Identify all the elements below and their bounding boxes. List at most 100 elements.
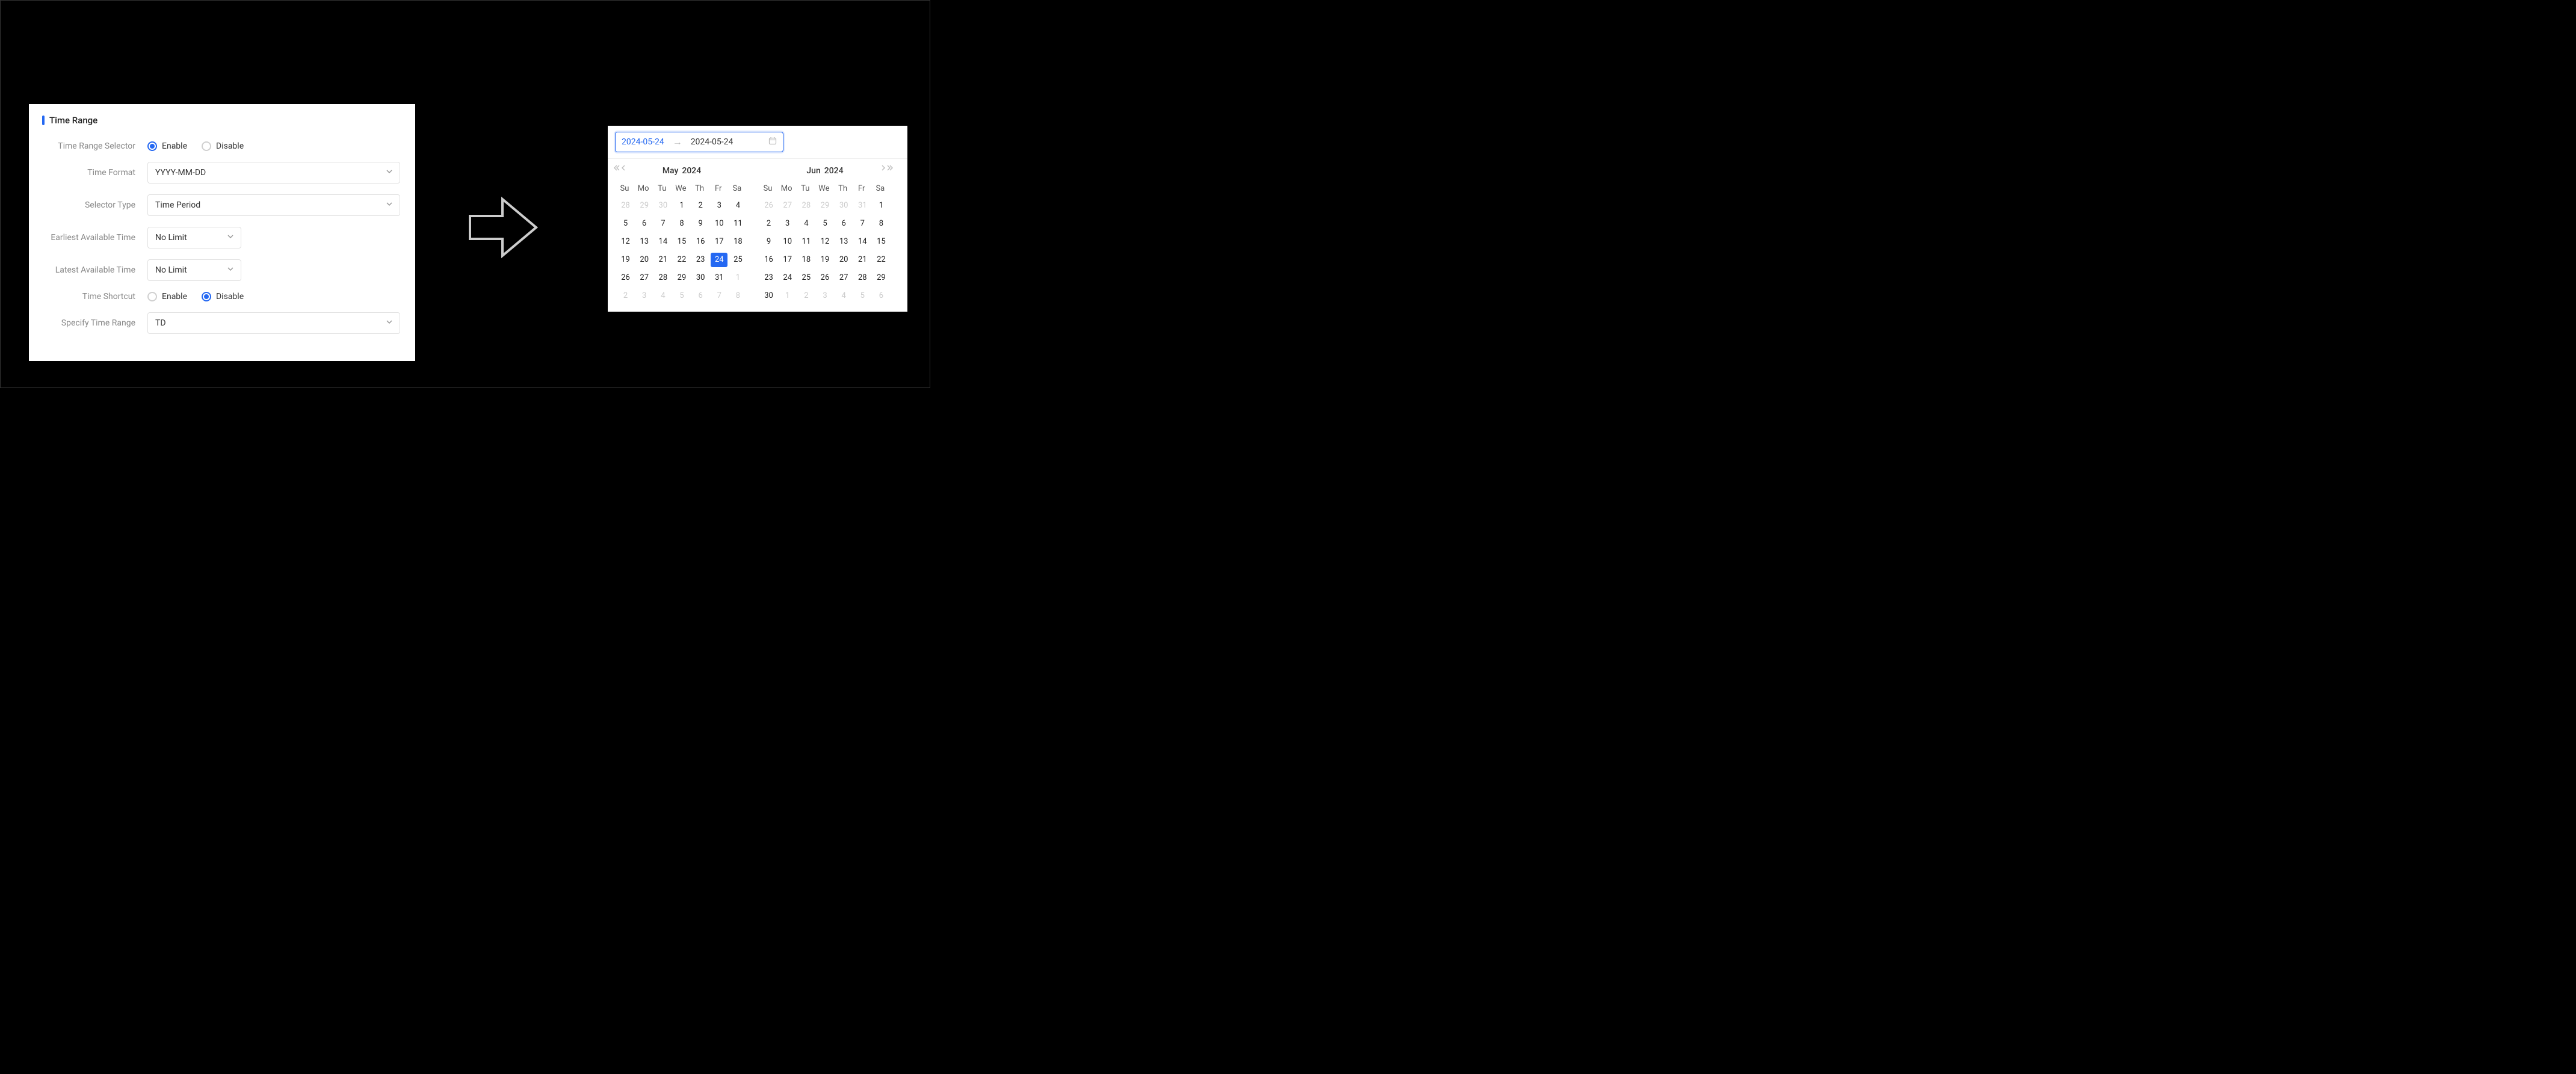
select-specify-time-range[interactable]: TD	[147, 312, 400, 334]
select-earliest-time[interactable]: No Limit	[147, 227, 241, 248]
calendar-day[interactable]: 5	[817, 217, 833, 231]
calendar-day[interactable]: 15	[673, 235, 690, 249]
calendar-day[interactable]: 18	[798, 253, 815, 267]
calendar-day[interactable]: 6	[636, 217, 653, 231]
calendar-day[interactable]: 7	[711, 289, 727, 303]
calendar-day[interactable]: 7	[854, 217, 871, 231]
calendar-day[interactable]: 12	[817, 235, 833, 249]
calendar-day[interactable]: 19	[617, 253, 634, 267]
calendar-day[interactable]: 21	[854, 253, 871, 267]
calendar-day[interactable]: 29	[873, 271, 889, 285]
select-selector-type[interactable]: Time Period	[147, 194, 400, 216]
calendar-day[interactable]: 28	[854, 271, 871, 285]
calendar-right-title[interactable]: Jun 2024	[806, 166, 843, 176]
calendar-day[interactable]: 24	[711, 253, 727, 267]
calendar-day[interactable]: 27	[779, 199, 796, 213]
calendar-day[interactable]: 8	[873, 217, 889, 231]
calendar-day[interactable]: 30	[761, 289, 777, 303]
calendar-day[interactable]: 27	[835, 271, 852, 285]
calendar-day[interactable]: 26	[617, 271, 634, 285]
calendar-day[interactable]: 30	[692, 271, 709, 285]
calendar-day[interactable]: 28	[798, 199, 815, 213]
calendar-day[interactable]: 25	[798, 271, 815, 285]
calendar-day[interactable]: 6	[873, 289, 889, 303]
radio-shortcut-enable[interactable]: Enable	[147, 292, 187, 301]
calendar-day[interactable]: 19	[817, 253, 833, 267]
calendar-day[interactable]: 26	[761, 199, 777, 213]
calendar-day[interactable]: 2	[617, 289, 634, 303]
calendar-day[interactable]: 22	[673, 253, 690, 267]
calendar-day[interactable]: 31	[854, 199, 871, 213]
calendar-day[interactable]: 8	[673, 217, 690, 231]
radio-selector-disable[interactable]: Disable	[202, 141, 244, 151]
calendar-day[interactable]: 18	[729, 235, 746, 249]
calendar-day[interactable]: 29	[636, 199, 653, 213]
calendar-day[interactable]: 3	[636, 289, 653, 303]
calendar-day[interactable]: 6	[835, 217, 852, 231]
calendar-day[interactable]: 11	[798, 235, 815, 249]
calendar-day[interactable]: 17	[779, 253, 796, 267]
calendar-day[interactable]: 13	[636, 235, 653, 249]
calendar-day[interactable]: 5	[854, 289, 871, 303]
calendar-day[interactable]: 29	[673, 271, 690, 285]
calendar-day[interactable]: 15	[873, 235, 889, 249]
calendar-day[interactable]: 2	[761, 217, 777, 231]
calendar-day[interactable]: 16	[692, 235, 709, 249]
calendar-day[interactable]: 27	[636, 271, 653, 285]
calendar-day[interactable]: 16	[761, 253, 777, 267]
calendar-day[interactable]: 28	[655, 271, 672, 285]
calendar-day[interactable]: 25	[729, 253, 746, 267]
calendar-day[interactable]: 5	[617, 217, 634, 231]
chevron-left-icon	[621, 165, 626, 171]
calendar-day[interactable]: 30	[655, 199, 672, 213]
calendar-day[interactable]: 29	[817, 199, 833, 213]
calendar-day[interactable]: 9	[692, 217, 709, 231]
calendar-day[interactable]: 23	[692, 253, 709, 267]
calendar-day[interactable]: 5	[673, 289, 690, 303]
radio-shortcut-disable[interactable]: Disable	[202, 292, 244, 301]
radio-selector-enable[interactable]: Enable	[147, 141, 187, 151]
calendar-day[interactable]: 14	[655, 235, 672, 249]
calendar-day[interactable]: 10	[711, 217, 727, 231]
calendar-day[interactable]: 4	[835, 289, 852, 303]
calendar-day[interactable]: 31	[711, 271, 727, 285]
calendar-day[interactable]: 21	[655, 253, 672, 267]
calendar-day[interactable]: 20	[835, 253, 852, 267]
calendar-day[interactable]: 2	[692, 199, 709, 213]
calendar-day[interactable]: 17	[711, 235, 727, 249]
calendar-day[interactable]: 3	[711, 199, 727, 213]
calendar-day[interactable]: 13	[835, 235, 852, 249]
calendar-nav-next[interactable]	[881, 165, 893, 171]
calendar-day[interactable]: 6	[692, 289, 709, 303]
calendar-day[interactable]: 3	[817, 289, 833, 303]
calendar-day[interactable]: 28	[617, 199, 634, 213]
date-range-input[interactable]: 2024-05-24 → 2024-05-24	[615, 132, 783, 152]
calendar-day[interactable]: 7	[655, 217, 672, 231]
calendar-day[interactable]: 3	[779, 217, 796, 231]
calendar-day[interactable]: 20	[636, 253, 653, 267]
calendar-day[interactable]: 1	[873, 199, 889, 213]
calendar-day[interactable]: 30	[835, 199, 852, 213]
calendar-nav-prev[interactable]	[614, 165, 626, 171]
calendar-day[interactable]: 10	[779, 235, 796, 249]
calendar-day[interactable]: 12	[617, 235, 634, 249]
calendar-day[interactable]: 9	[761, 235, 777, 249]
calendar-left-title[interactable]: May 2024	[663, 166, 701, 176]
calendar-day[interactable]: 26	[817, 271, 833, 285]
calendar-day[interactable]: 8	[729, 289, 746, 303]
calendar-day[interactable]: 4	[655, 289, 672, 303]
select-latest-time[interactable]: No Limit	[147, 259, 241, 281]
calendar-day[interactable]: 24	[779, 271, 796, 285]
calendar-day[interactable]: 1	[729, 271, 746, 285]
calendar-day[interactable]: 2	[798, 289, 815, 303]
calendar-day[interactable]: 1	[779, 289, 796, 303]
calendar-day[interactable]: 14	[854, 235, 871, 249]
calendar-day[interactable]: 4	[798, 217, 815, 231]
calendar-day[interactable]: 4	[729, 199, 746, 213]
calendar-day[interactable]: 23	[761, 271, 777, 285]
label-earliest-time: Earliest Available Time	[42, 233, 147, 242]
calendar-day[interactable]: 22	[873, 253, 889, 267]
select-time-format[interactable]: YYYY-MM-DD	[147, 162, 400, 184]
calendar-day[interactable]: 11	[729, 217, 746, 231]
calendar-day[interactable]: 1	[673, 199, 690, 213]
